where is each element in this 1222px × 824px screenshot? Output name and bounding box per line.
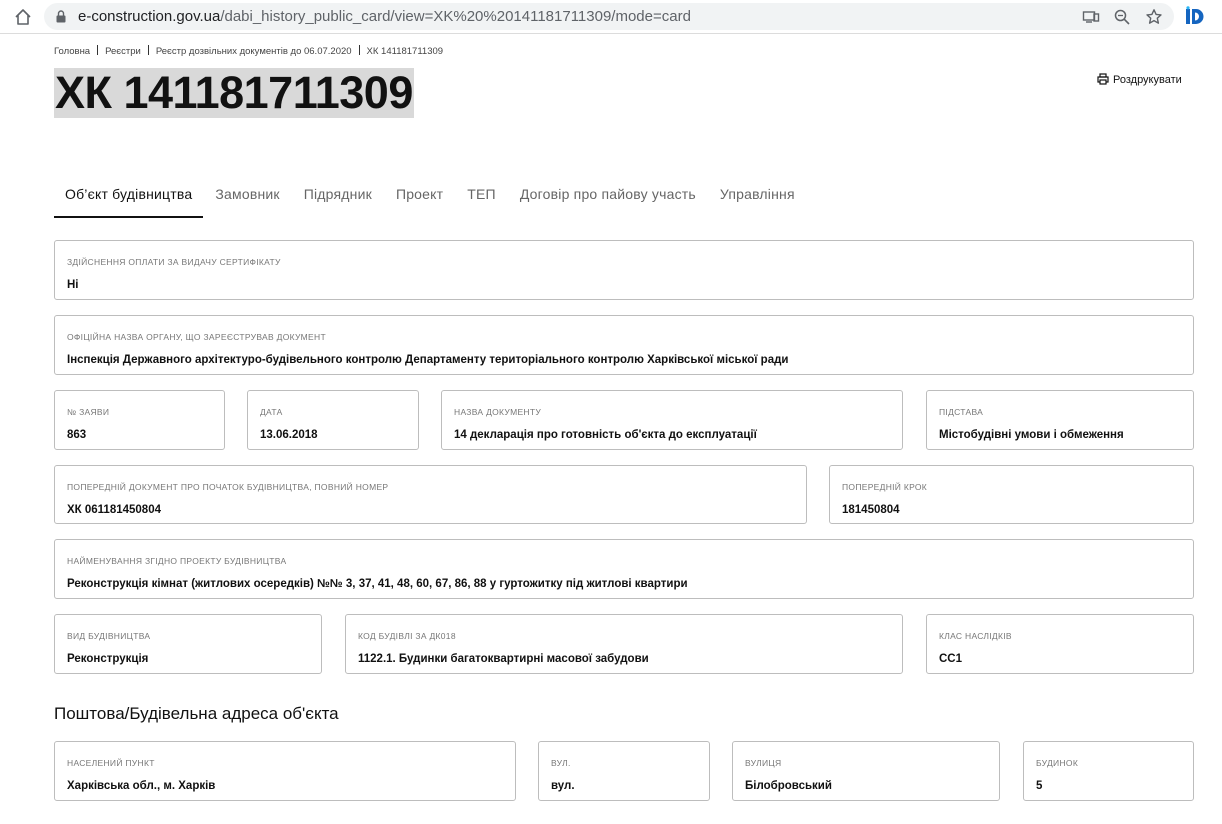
field-value: Реконструкція (67, 653, 149, 665)
tab-customer[interactable]: Замовник (203, 184, 291, 218)
print-label: Роздрукувати (1113, 74, 1182, 86)
browser-toolbar: e-construction.gov.ua/dabi_history_publi… (0, 0, 1222, 34)
field-label: Вул. (551, 758, 571, 768)
field-project-name: Найменування згідно проекту будівництва … (54, 539, 1194, 599)
field-locality: Населений пункт Харківська обл., м. Харк… (54, 741, 516, 801)
url-path: /dabi_history_public_card/view=XK%20%201… (220, 8, 691, 25)
field-value: Інспекція Державного архітектуро-будівел… (67, 354, 789, 366)
printer-icon (1097, 73, 1109, 85)
field-label: Здійснення оплати за видачу сертифікату (67, 257, 281, 267)
field-street-type: Вул. вул. (538, 741, 710, 801)
field-label: Будинок (1036, 758, 1079, 768)
field-label: Код будівлі за ДК018 (358, 631, 456, 641)
field-consequence-class: Клас наслідків СС1 (926, 614, 1194, 674)
field-value: 863 (67, 429, 87, 441)
field-value: ХК 061181450804 (67, 504, 161, 516)
field-basis: Підстава Містобудівні умови і обмеження (926, 390, 1194, 450)
field-value: Містобудівні умови і обмеження (939, 429, 1124, 441)
field-previous-document: Попередній документ про початок будівниц… (54, 465, 807, 524)
field-value: 14 декларація про готовність об'єкта до … (454, 429, 757, 441)
field-payment: Здійснення оплати за видачу сертифікату … (54, 240, 1194, 300)
print-button[interactable]: Роздрукувати (1097, 73, 1182, 86)
field-date: Дата 13.06.2018 (247, 390, 419, 450)
field-building-code: Код будівлі за ДК018 1122.1. Будинки баг… (345, 614, 903, 674)
field-previous-step: Попередній крок 181450804 (829, 465, 1194, 524)
install-app-icon[interactable] (1082, 8, 1100, 26)
field-application-number: № заяви 863 (54, 390, 225, 450)
page-title: ХК 141181711309 (54, 67, 414, 118)
tab-project[interactable]: Проект (384, 184, 455, 218)
field-label: Вулиця (745, 758, 782, 768)
url-host: e-construction.gov.ua (78, 8, 221, 25)
tab-tep[interactable]: ТЕП (455, 184, 508, 218)
field-value: СС1 (939, 653, 963, 665)
field-label: Підстава (939, 407, 984, 417)
tab-equity-agreement[interactable]: Договір про пайову участь (508, 184, 708, 218)
field-value: 1122.1. Будинки багатоквартирні масової … (358, 653, 649, 665)
field-authority: Офіційна назва органу, що зареєстрував д… (54, 315, 1194, 375)
field-label: Вид будівництва (67, 631, 151, 641)
field-value: Білобровський (745, 780, 832, 792)
field-label: Клас наслідків (939, 631, 1012, 641)
field-value: 13.06.2018 (260, 429, 318, 441)
field-label: Дата (260, 407, 283, 417)
field-value: 181450804 (842, 504, 900, 516)
field-value: Реконструкція кімнат (житлових осередків… (67, 578, 688, 590)
address-bar[interactable]: e-construction.gov.ua/dabi_history_publi… (44, 3, 1174, 30)
field-label: Найменування згідно проекту будівництва (67, 556, 287, 566)
tab-contractor[interactable]: Підрядник (292, 184, 384, 218)
bookmark-star-icon[interactable] (1145, 8, 1163, 26)
breadcrumb-registries[interactable]: Реєстри (105, 46, 141, 57)
field-construction-type: Вид будівництва Реконструкція (54, 614, 322, 674)
field-label: Попередній документ про початок будівниц… (67, 482, 389, 492)
breadcrumb-registry[interactable]: Реєстр дозвільних документів до 06.07.20… (156, 46, 352, 57)
breadcrumb-separator (358, 45, 360, 55)
extension-logo-icon[interactable] (1184, 6, 1206, 28)
tab-management[interactable]: Управління (708, 184, 807, 218)
field-label: Офіційна назва органу, що зареєстрував д… (67, 332, 326, 342)
breadcrumb-separator (97, 45, 99, 55)
field-value: Ні (67, 279, 79, 291)
breadcrumb-separator (147, 45, 149, 55)
home-icon[interactable] (12, 6, 34, 28)
zoom-icon[interactable] (1113, 8, 1131, 26)
tab-construction-object[interactable]: Об’єкт будівництва (54, 184, 204, 218)
field-label: Населений пункт (67, 758, 155, 768)
field-value: Харківська обл., м. Харків (67, 780, 216, 792)
field-value: 5 (1036, 780, 1043, 792)
lock-icon[interactable] (56, 10, 66, 23)
breadcrumb-current: ХК 141181711309 (366, 46, 444, 57)
field-label: Назва документу (454, 407, 542, 417)
field-house: Будинок 5 (1023, 741, 1194, 801)
field-document-name: Назва документу 14 декларація про готовн… (441, 390, 903, 450)
url-text[interactable]: e-construction.gov.ua/dabi_history_publi… (78, 8, 691, 25)
address-section-title: Поштова/Будівельна адреса об'єкта (54, 704, 339, 723)
tab-bar: Об’єкт будівництва Замовник Підрядник Пр… (54, 184, 807, 218)
breadcrumb: Головна Реєстри Реєстр дозвільних документ… (54, 45, 443, 57)
field-value: вул. (551, 780, 575, 792)
breadcrumb-home[interactable]: Головна (54, 46, 90, 57)
field-label: № заяви (67, 407, 110, 417)
field-label: Попередній крок (842, 482, 928, 492)
field-street: Вулиця Білобровський (732, 741, 1000, 801)
